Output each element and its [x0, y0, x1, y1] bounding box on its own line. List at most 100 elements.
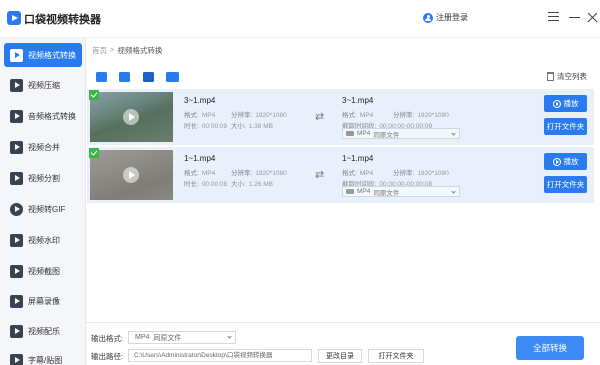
output-quality-value: 同原文件: [153, 334, 182, 342]
file-row[interactable]: 3~1.mp4 格式: MP4 分辨率: 1920*1080 时长: 00:00:09…: [87, 89, 594, 145]
sidebar-item-label: 视频配乐: [28, 326, 60, 336]
output-resolution: 分辨率: 1920*1080: [393, 112, 449, 119]
output-format-select[interactable]: MP4 同原文件: [342, 186, 460, 197]
login-label: 注册登录: [436, 13, 468, 22]
video-format-icon: [346, 189, 354, 194]
output-format: 格式: MP4: [342, 112, 374, 119]
sidebar-item-screen-record[interactable]: 屏幕录像: [4, 289, 82, 313]
open-folder-button[interactable]: 打开文件夹: [544, 176, 587, 193]
sidebar-item-video-gif[interactable]: 视频转GIF: [4, 197, 82, 221]
output-format-dropdown[interactable]: MP4 同原文件: [128, 331, 236, 344]
close-icon[interactable]: [586, 10, 600, 24]
open-folder-button[interactable]: 打开文件夹: [544, 118, 587, 135]
sidebar-item-label: 字幕/贴图: [28, 355, 63, 365]
menu-icon[interactable]: [547, 10, 561, 24]
trash-icon: [547, 72, 554, 81]
video-thumbnail[interactable]: [90, 92, 173, 142]
video-convert-icon: [10, 48, 23, 62]
sidebar-item-label: 视频水印: [28, 235, 60, 245]
output-format-value: MP4: [135, 334, 150, 341]
add-folder-icon[interactable]: [119, 72, 130, 82]
checkbox-checked-icon[interactable]: [89, 90, 99, 100]
video-compress-icon: [10, 78, 23, 92]
play-button[interactable]: 播放: [544, 95, 587, 112]
source-size: 大小: 1.26 MB: [231, 181, 274, 188]
bottom-bar: 输出格式: MP4 同原文件 输出路径: C:\Users\Administra…: [86, 322, 600, 365]
checkbox-checked-icon[interactable]: [89, 148, 99, 158]
play-icon[interactable]: [123, 109, 139, 125]
play-icon[interactable]: [123, 167, 139, 183]
breadcrumb-home[interactable]: 首页: [92, 45, 107, 56]
batch-settings-icon[interactable]: [166, 72, 179, 82]
play-circle-icon: [552, 157, 561, 166]
convert-arrow-icon: ⇄: [315, 169, 325, 181]
output-file-name: 1~1.mp4: [342, 154, 374, 163]
output-path-field[interactable]: C:\Users\Administrator\Desktop\口袋视频转换器: [128, 349, 312, 362]
output-resolution: 分辨率: 1920*1080: [393, 170, 449, 177]
chevron-down-icon: [451, 131, 456, 136]
screenshot-icon: [10, 264, 23, 278]
output-path-label: 输出路径:: [91, 352, 124, 361]
breadcrumb-current: 视频格式转换: [117, 46, 163, 55]
convert-arrow-icon: ⇄: [315, 111, 325, 123]
sidebar: 视频格式转换 视频压缩 音频格式转换 视频合并 视频分割 视频转GIF 视频水印…: [0, 38, 86, 365]
user-icon: [423, 12, 433, 23]
video-format-icon: [346, 131, 354, 136]
output-format-label: 输出格式:: [91, 334, 124, 343]
sidebar-item-music[interactable]: 视频配乐: [4, 319, 82, 343]
audio-convert-icon: [10, 109, 23, 123]
music-icon: [10, 324, 23, 338]
delete-icon[interactable]: [143, 72, 154, 82]
sidebar-item-video-split[interactable]: 视频分割: [4, 166, 82, 190]
subtitle-icon: [10, 353, 23, 365]
source-file-name: 3~1.mp4: [184, 96, 216, 105]
select-format-value: MP4: [357, 130, 371, 137]
sidebar-item-label: 音频格式转换: [28, 111, 76, 121]
source-duration: 时长: 00:00:08: [184, 181, 228, 188]
chevron-down-icon: [451, 189, 456, 194]
video-thumbnail[interactable]: [90, 150, 173, 200]
breadcrumb: 首页 > 视频格式转换: [92, 45, 162, 56]
login-button[interactable]: 注册登录: [423, 12, 468, 23]
sidebar-item-video-compress[interactable]: 视频压缩: [4, 73, 82, 97]
change-directory-button[interactable]: 更改目录: [318, 349, 362, 363]
sidebar-item-audio-convert[interactable]: 音频格式转换: [4, 104, 82, 128]
select-quality-value: 同原文件: [373, 131, 400, 139]
source-format: 格式: MP4: [184, 112, 216, 119]
source-resolution: 分辨率: 1920*1080: [231, 170, 287, 177]
video-split-icon: [10, 171, 23, 185]
output-format-select[interactable]: MP4 同原文件: [342, 128, 460, 139]
sidebar-item-label: 视频截图: [28, 266, 60, 276]
play-circle-icon: [552, 99, 561, 108]
sidebar-item-label: 视频分割: [28, 173, 60, 183]
sidebar-item-subtitle[interactable]: 字幕/贴图: [4, 348, 82, 365]
source-resolution: 分辨率: 1920*1080: [231, 112, 287, 119]
sidebar-item-video-merge[interactable]: 视频合并: [4, 135, 82, 159]
sidebar-item-screenshot[interactable]: 视频截图: [4, 259, 82, 283]
video-merge-icon: [10, 140, 23, 154]
clear-list-button[interactable]: 清空列表: [547, 71, 587, 82]
play-button[interactable]: 播放: [544, 153, 587, 170]
output-file-name: 3~1.mp4: [342, 96, 374, 105]
file-row[interactable]: 1~1.mp4 格式: MP4 分辨率: 1920*1080 时长: 00:00:08…: [87, 147, 594, 203]
convert-all-button[interactable]: 全部转换: [516, 336, 584, 360]
select-format-value: MP4: [357, 188, 371, 195]
sidebar-item-video-convert[interactable]: 视频格式转换: [4, 43, 82, 67]
gif-icon: [10, 202, 23, 216]
app-logo-icon: [7, 11, 21, 25]
sidebar-item-label: 视频合并: [28, 142, 60, 152]
play-label: 播放: [563, 157, 579, 166]
screen-record-icon: [10, 294, 23, 308]
sidebar-item-watermark[interactable]: 视频水印: [4, 228, 82, 252]
source-duration: 时长: 00:00:09: [184, 123, 228, 130]
source-size: 大小: 1.38 MB: [231, 123, 274, 130]
add-file-icon[interactable]: [96, 72, 107, 82]
watermark-icon: [10, 233, 23, 247]
output-format: 格式: MP4: [342, 170, 374, 177]
minimize-icon[interactable]: [568, 10, 582, 24]
open-output-folder-button[interactable]: 打开文件夹: [368, 349, 424, 363]
clear-list-label: 清空列表: [557, 72, 587, 81]
app-title: 口袋视频转换器: [24, 14, 101, 26]
sidebar-item-label: 视频格式转换: [28, 50, 76, 60]
title-bar: 口袋视频转换器 注册登录: [0, 0, 600, 38]
